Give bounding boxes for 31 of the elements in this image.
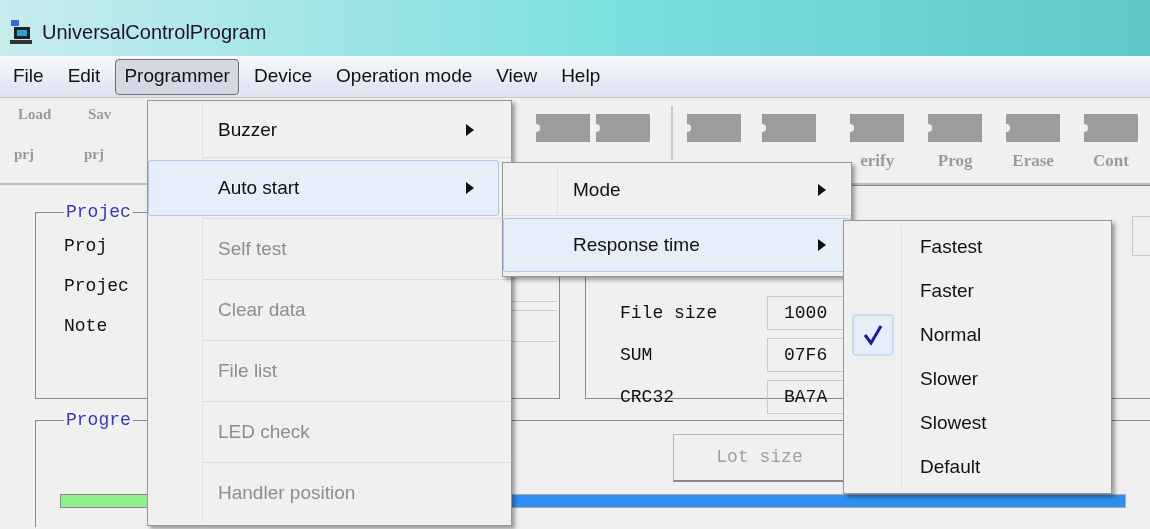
- menu-bar-item[interactable]: Device: [244, 58, 322, 95]
- submenu-arrow-icon: [466, 124, 474, 136]
- input-field[interactable]: [1132, 216, 1150, 256]
- submenu-arrow-icon: [818, 184, 826, 196]
- menu-item[interactable]: Fastest: [920, 232, 983, 262]
- computer-icon: [8, 18, 34, 46]
- menu-item[interactable]: Slowest: [920, 408, 987, 438]
- menu-item[interactable]: Normal: [920, 320, 982, 350]
- menu-bar-item[interactable]: Edit: [58, 58, 110, 95]
- menu-item[interactable]: Default: [920, 452, 981, 482]
- group-title: Projec: [65, 201, 132, 224]
- menu-bar-item[interactable]: Programmer: [115, 58, 239, 95]
- menu-item[interactable]: Faster: [920, 276, 974, 306]
- menu-item[interactable]: Response time: [503, 218, 851, 272]
- menu-bar-item[interactable]: View: [487, 58, 547, 95]
- submenu-arrow-icon: [466, 182, 474, 194]
- menu-bar-item[interactable]: Operation mode: [327, 58, 482, 95]
- field-label: Proj: [64, 234, 108, 258]
- submenu-arrow-icon: [818, 239, 826, 251]
- field-label: CRC32: [620, 385, 675, 409]
- menu-bar-item[interactable]: File: [4, 58, 53, 95]
- window-title: UniversalControlProgram: [42, 20, 267, 45]
- menu-item[interactable]: Slower: [920, 364, 979, 394]
- field-label: Projec: [64, 274, 129, 298]
- field-label: Note: [64, 314, 108, 338]
- group-title: Progre: [65, 409, 132, 432]
- input-field[interactable]: [511, 310, 557, 342]
- menu-item[interactable]: Auto start: [148, 160, 499, 216]
- field-label: File size: [620, 301, 719, 325]
- field-label: SUM: [620, 343, 654, 367]
- menu-bar-item[interactable]: Help: [552, 58, 610, 95]
